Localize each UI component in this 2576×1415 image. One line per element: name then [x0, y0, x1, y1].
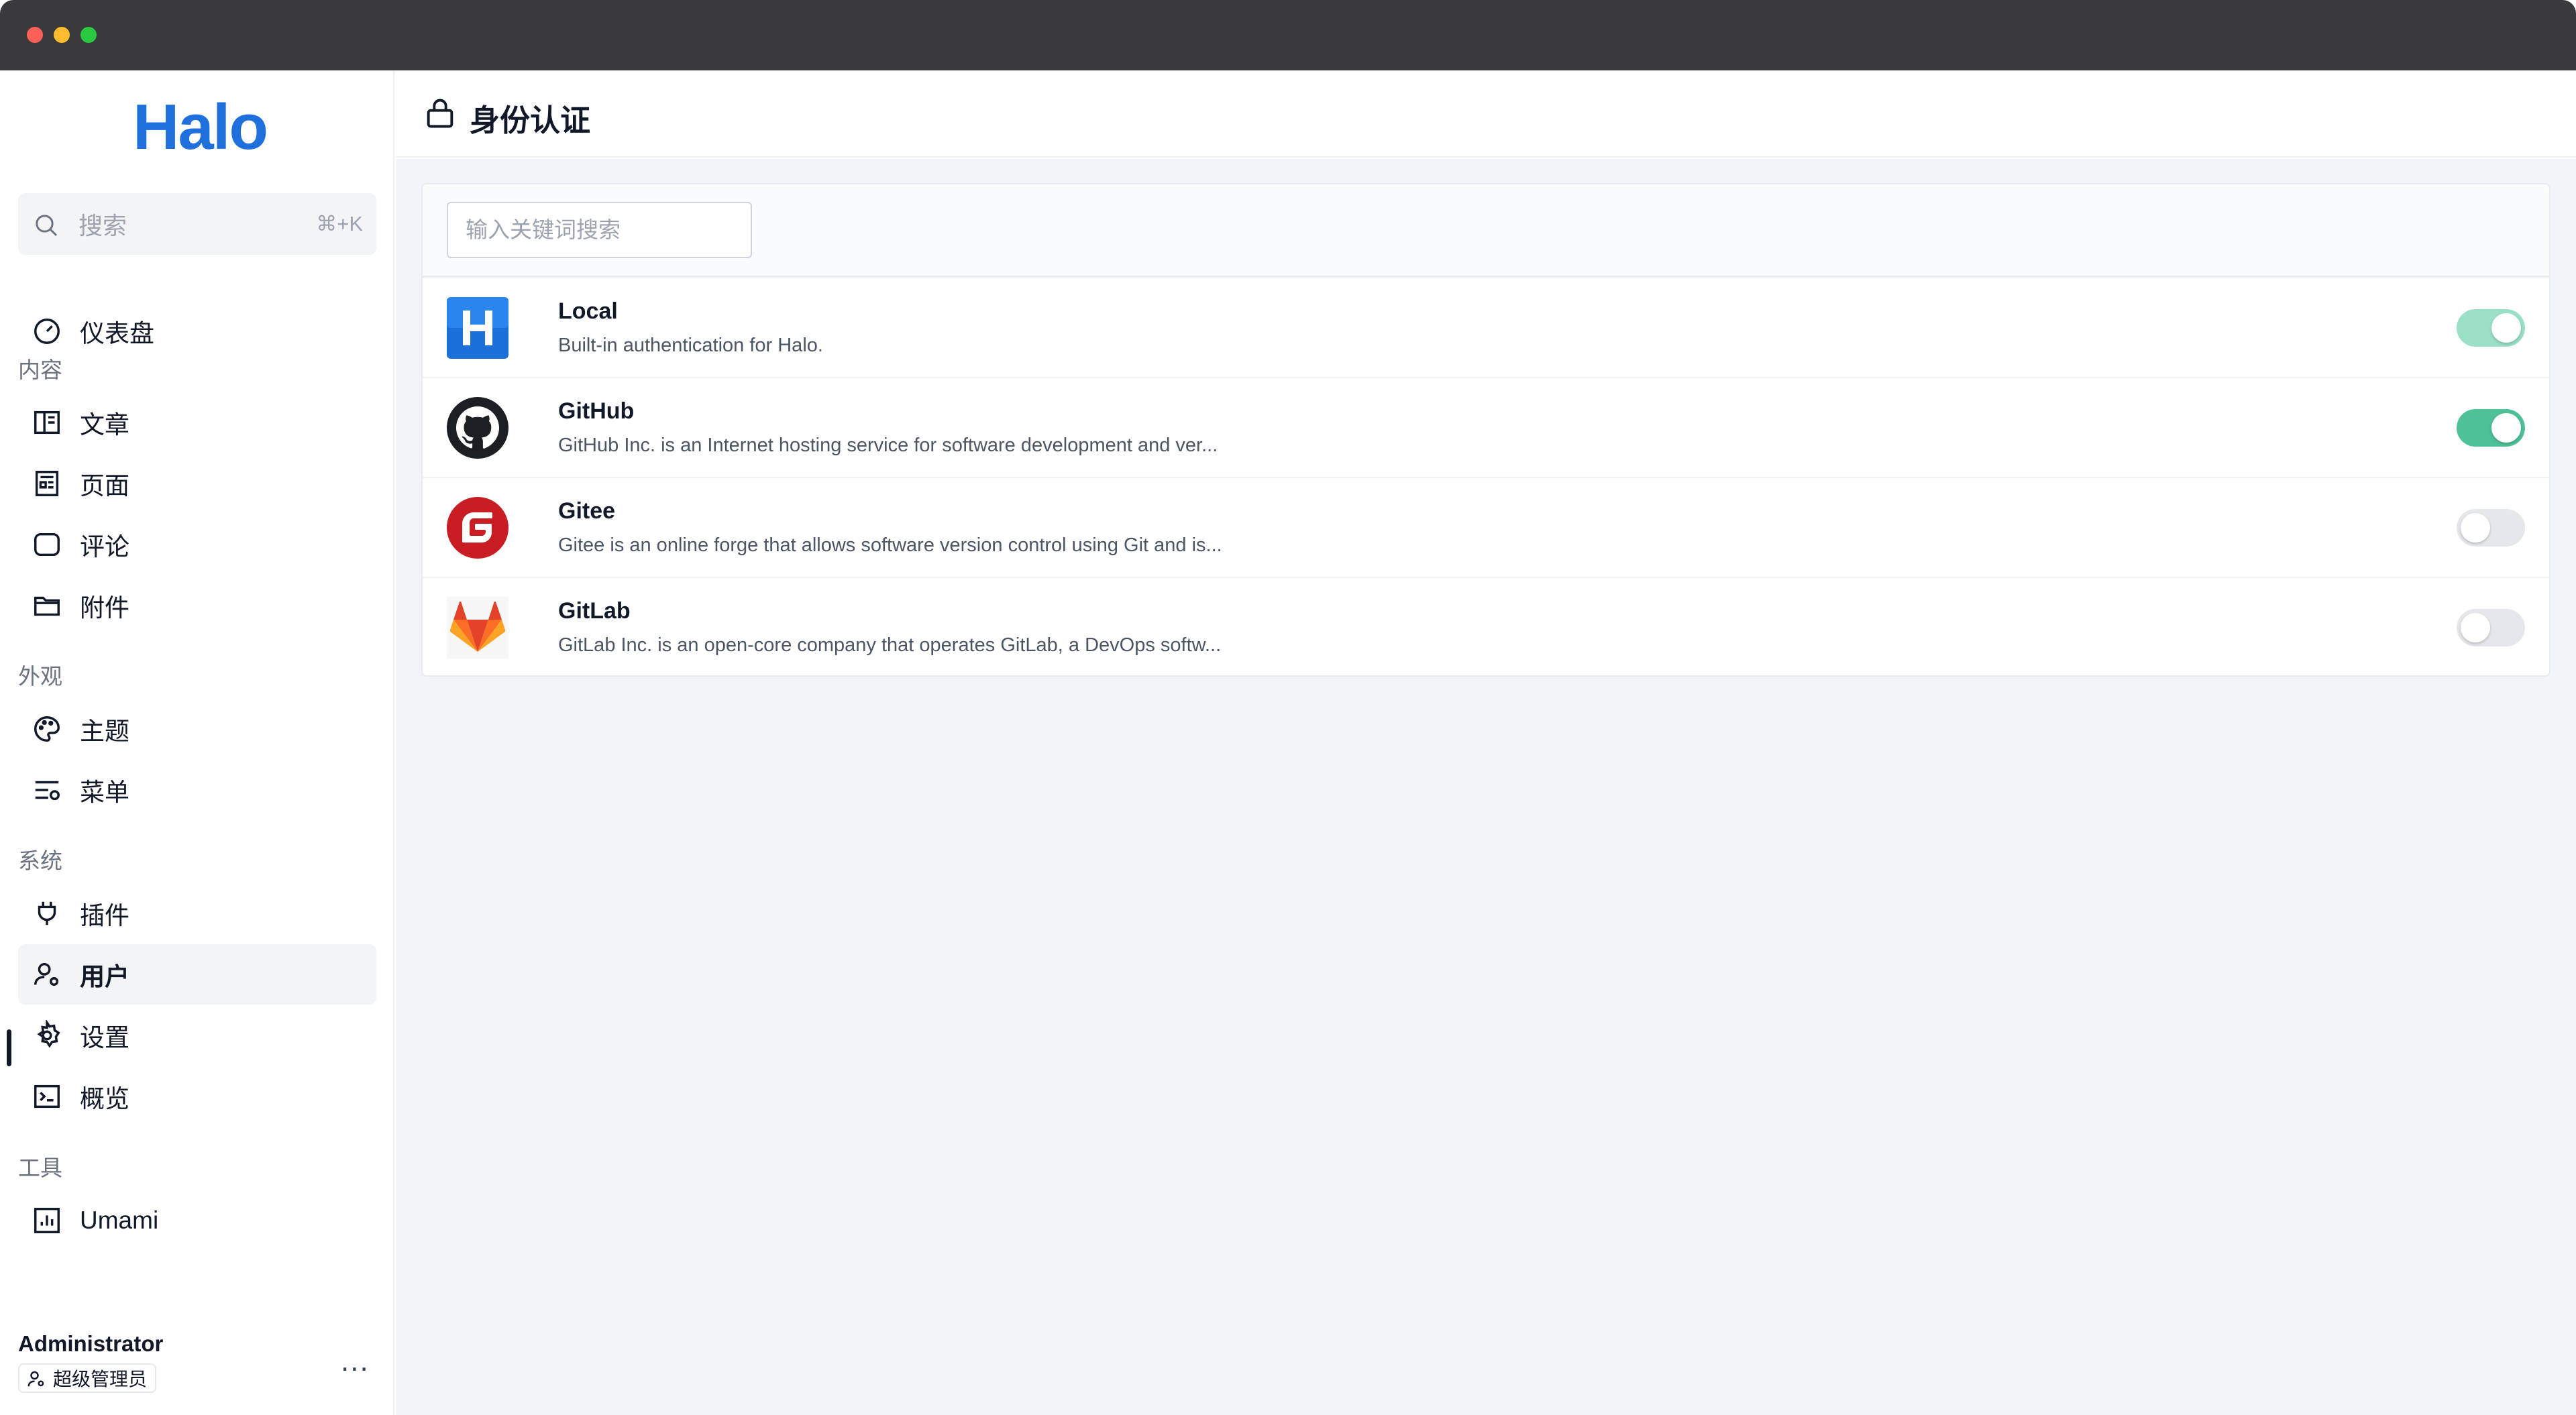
user-name: Administrator — [18, 1331, 164, 1356]
provider-toggle-gitee[interactable] — [2457, 509, 2525, 547]
sidebar-item-attachments[interactable]: 附件 — [18, 575, 376, 636]
bar-chart-icon — [34, 1208, 60, 1233]
sidebar-item-label: 用户 — [80, 963, 129, 990]
comment-icon — [34, 532, 60, 557]
page-header: 身份认证 — [396, 70, 2576, 158]
provider-toggle-gitlab[interactable] — [2457, 609, 2525, 646]
sidebar-item-label: 插件 — [80, 902, 129, 929]
provider-row-gitee: Gitee Gitee is an online forge that allo… — [423, 477, 2549, 577]
group-title-tools: 工具 — [18, 1155, 62, 1180]
provider-description: GitHub Inc. is an Internet hosting servi… — [558, 435, 1218, 456]
sidebar-item-label: 页面 — [80, 472, 129, 500]
sidebar-item-posts[interactable]: 文章 — [18, 392, 376, 453]
more-options-button[interactable]: ... — [341, 1345, 370, 1378]
sidebar-item-label: 评论 — [80, 533, 129, 561]
sidebar-item-pages[interactable]: 页面 — [18, 453, 376, 514]
provider-description: Built-in authentication for Halo. — [558, 335, 823, 356]
group-title-system: 系统 — [18, 848, 62, 873]
sidebar-item-label: 概览 — [80, 1085, 129, 1113]
provider-row-github: GitHub GitHub Inc. is an Internet hostin… — [423, 377, 2549, 477]
sidebar-item-comments[interactable]: 评论 — [18, 514, 376, 575]
sidebar-item-users[interactable]: 用户 — [18, 944, 376, 1005]
menu-settings-icon — [35, 781, 60, 801]
user-role-label: 超级管理员 — [53, 1369, 148, 1390]
sidebar: Halo 搜索 ⌘+K 仪表盘 内容 文章 页面 评论 附件 外观 主题 菜单 … — [0, 70, 394, 1415]
provider-toggle-local[interactable] — [2457, 309, 2525, 347]
palette-icon — [34, 716, 60, 742]
provider-name: Local — [558, 298, 618, 324]
user-icon — [28, 1371, 44, 1387]
page-icon — [35, 471, 59, 496]
provider-toggle-github[interactable] — [2457, 409, 2525, 447]
toggle-knob — [2491, 313, 2521, 343]
page-title: 身份认证 — [470, 103, 591, 137]
sidebar-item-label: 附件 — [80, 594, 129, 622]
sidebar-item-label: 文章 — [80, 411, 129, 439]
halo-h-logo-icon — [447, 297, 508, 359]
active-indicator — [7, 1029, 11, 1066]
sidebar-item-dashboard[interactable]: 仪表盘 — [18, 301, 376, 361]
terminal-icon — [34, 1084, 60, 1109]
github-logo-icon — [447, 397, 508, 459]
provider-row-gitlab: GitLab GitLab Inc. is an open-core compa… — [423, 577, 2549, 677]
gitlab-logo-icon — [447, 597, 508, 659]
sidebar-item-label: 菜单 — [80, 779, 129, 806]
sidebar-item-label: 仪表盘 — [80, 320, 154, 347]
sidebar-item-label: 主题 — [80, 718, 129, 745]
provider-name: Gitee — [558, 498, 616, 524]
minimize-window-button[interactable] — [54, 27, 70, 43]
provider-name: GitLab — [558, 598, 631, 624]
sidebar-item-themes[interactable]: 主题 — [18, 699, 376, 759]
dashboard-icon — [34, 319, 60, 344]
lock-icon — [427, 99, 453, 128]
provider-description: Gitee is an online forge that allows sof… — [558, 534, 1222, 556]
sidebar-item-umami[interactable]: Umami — [18, 1190, 376, 1251]
sidebar-item-label: Umami — [80, 1206, 159, 1234]
plug-icon — [38, 901, 56, 925]
group-title-appearance: 外观 — [18, 664, 62, 689]
halo-logo[interactable]: Halo — [133, 91, 268, 164]
folder-icon — [34, 596, 60, 616]
search-shortcut: ⌘+K — [316, 212, 363, 235]
gear-icon — [37, 1020, 60, 1048]
main-content: Local Built-in authentication for Halo. … — [396, 159, 2576, 1415]
search-icon — [36, 215, 58, 237]
provider-name: GitHub — [558, 398, 635, 424]
window-titlebar — [0, 0, 2576, 70]
provider-row-local: Local Built-in authentication for Halo. — [423, 277, 2549, 377]
user-role-badge: 超级管理员 — [18, 1363, 157, 1393]
sidebar-item-plugins[interactable]: 插件 — [18, 883, 376, 944]
auth-providers-card: Local Built-in authentication for Halo. … — [421, 183, 2551, 677]
keyword-search-input[interactable] — [447, 202, 752, 258]
sidebar-item-menus[interactable]: 菜单 — [18, 760, 376, 820]
provider-description: GitLab Inc. is an open-core company that… — [558, 634, 1222, 656]
book-icon — [34, 410, 60, 435]
sidebar-item-overview[interactable]: 概览 — [18, 1066, 376, 1127]
search-placeholder: 搜索 — [78, 212, 127, 239]
close-window-button[interactable] — [27, 27, 43, 43]
user-settings-icon — [34, 962, 59, 986]
toggle-knob — [2491, 413, 2521, 443]
sidebar-search[interactable]: 搜索 ⌘+K — [18, 193, 376, 255]
toggle-knob — [2461, 513, 2490, 543]
sidebar-item-label: 设置 — [80, 1024, 129, 1052]
maximize-window-button[interactable] — [80, 27, 97, 43]
sidebar-item-settings[interactable]: 设置 — [18, 1005, 376, 1066]
gitee-logo-icon — [447, 497, 508, 559]
card-toolbar — [423, 184, 2549, 277]
group-title-content: 内容 — [18, 357, 62, 382]
toggle-knob — [2461, 613, 2490, 642]
